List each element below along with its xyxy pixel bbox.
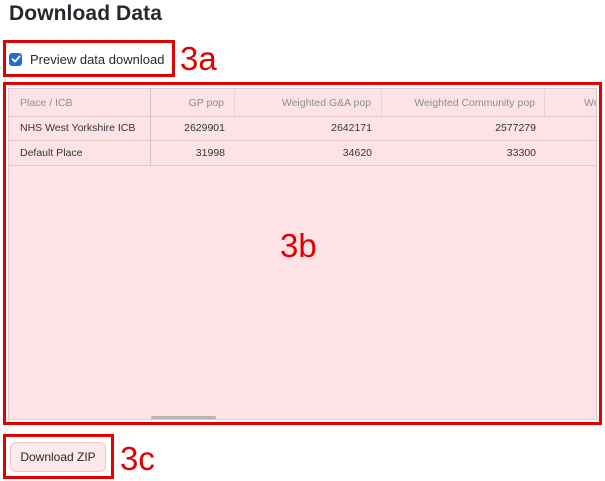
- section-heading: Download Data: [9, 2, 162, 25]
- annotation-box-3c: [3, 434, 114, 479]
- annotation-label-3c: 3c: [120, 440, 155, 477]
- annotation-box-3a: [3, 40, 175, 77]
- annotation-label-3b: 3b: [280, 227, 317, 264]
- annotation-label-3a: 3a: [180, 40, 217, 77]
